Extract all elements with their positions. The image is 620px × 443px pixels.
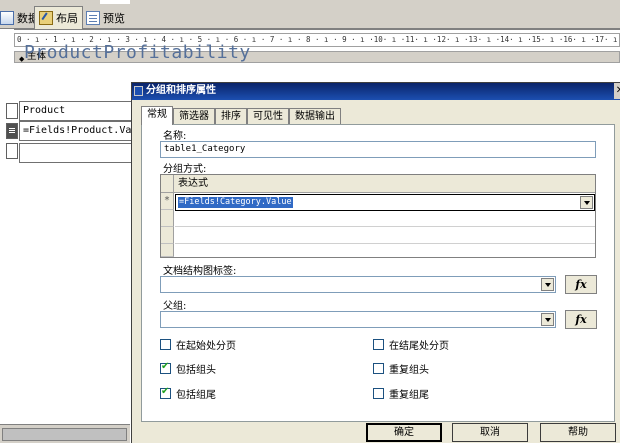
expression-dropdown-icon[interactable] [580,196,593,209]
document-map-label: 文档结构图标签: [163,266,237,277]
group-row-handle[interactable] [6,123,18,139]
tab-layout-label: 布局 [56,12,78,25]
page-break-start-label: 在起始处分页 [176,341,236,352]
grid-row-marker [161,227,174,244]
layout-icon [39,11,53,25]
left-gutter [0,29,14,443]
group-expression-grid: 表达式 * =Fields!Category.Value [160,174,596,258]
page-break-end-checkbox[interactable]: 在结尾处分页 [373,337,449,352]
page-break-start-box[interactable] [160,339,171,350]
designer-tabbar: 数据 布局 预览 [0,5,620,29]
tab-layout[interactable]: 布局 [34,6,83,29]
top-strip-tab [100,0,130,4]
table-header-cell[interactable]: Product [19,101,133,121]
expression-cell[interactable]: =Fields!Category.Value [175,194,595,211]
help-button[interactable]: 帮助 [540,423,616,442]
dialog-titlebar[interactable]: 分组和排序属性 ✕ [132,83,620,100]
tab-sorting[interactable]: 排序 [215,108,247,124]
include-footer-checkbox[interactable]: 包括组尾 [160,386,216,401]
repeat-footer-checkbox[interactable]: 重复组尾 [373,386,429,401]
repeat-footer-box[interactable] [373,388,384,399]
grid-row-marker [161,244,174,257]
table-group-cell[interactable]: =Fields!Product.Value [19,121,133,141]
include-footer-box[interactable] [160,386,171,399]
dialog-app-icon [134,86,143,96]
horizontal-scrollbar-area [0,424,130,443]
dialog-title: 分组和排序属性 [146,85,216,96]
repeat-header-checkbox[interactable]: 重复组头 [373,361,429,376]
page-break-start-checkbox[interactable]: 在起始处分页 [160,337,236,352]
report-title-textbox[interactable]: ProductProfitability [24,42,251,63]
grid-corner [161,175,174,193]
data-icon [0,10,14,25]
page-break-end-box[interactable] [373,339,384,350]
parent-group-label: 父组: [163,301,187,312]
close-icon[interactable]: ✕ [614,83,620,99]
new-row-marker: * [161,193,174,210]
page-break-end-label: 在结尾处分页 [389,341,449,352]
include-header-label: 包括组头 [176,365,216,376]
name-label: 名称: [163,131,187,142]
group-by-label: 分组方式: [163,164,207,175]
table-footer-cell[interactable] [19,143,133,163]
header-row-handle[interactable] [6,103,18,119]
document-map-field[interactable] [160,276,556,293]
tab-general[interactable]: 常规 [141,106,173,125]
ok-button[interactable]: 确定 [366,423,442,442]
expression-empty-row[interactable] [175,210,595,227]
repeat-header-box[interactable] [373,363,384,374]
repeat-footer-label: 重复组尾 [389,390,429,401]
parent-group-dropdown-icon[interactable] [541,313,554,326]
horizontal-scrollbar[interactable] [2,428,127,441]
dialog-tabs: 常规 筛选器 排序 可见性 数据输出 [141,106,341,125]
grid-row-marker [161,210,174,227]
include-header-box[interactable] [160,361,171,374]
cancel-button[interactable]: 取消 [452,423,528,442]
document-map-dropdown-icon[interactable] [541,278,554,291]
tab-preview[interactable]: 预览 [82,7,129,28]
tab-preview-label: 预览 [103,11,125,25]
include-footer-label: 包括组尾 [176,390,216,401]
tab-visibility[interactable]: 可见性 [247,108,289,124]
expression-empty-row[interactable] [175,227,595,244]
expression-column-header: 表达式 [174,175,595,193]
tab-filters[interactable]: 筛选器 [173,108,215,124]
parent-group-expression-button[interactable]: fx [565,310,597,329]
footer-row-handle[interactable] [6,143,18,159]
include-header-checkbox[interactable]: 包括组头 [160,361,216,376]
repeat-header-label: 重复组头 [389,365,429,376]
preview-icon [86,10,100,25]
tab-data-output[interactable]: 数据输出 [289,108,341,124]
parent-group-field[interactable] [160,311,556,328]
document-map-expression-button[interactable]: fx [565,275,597,294]
expression-value[interactable]: =Fields!Category.Value [178,197,293,208]
name-field[interactable]: table1_Category [160,141,596,158]
